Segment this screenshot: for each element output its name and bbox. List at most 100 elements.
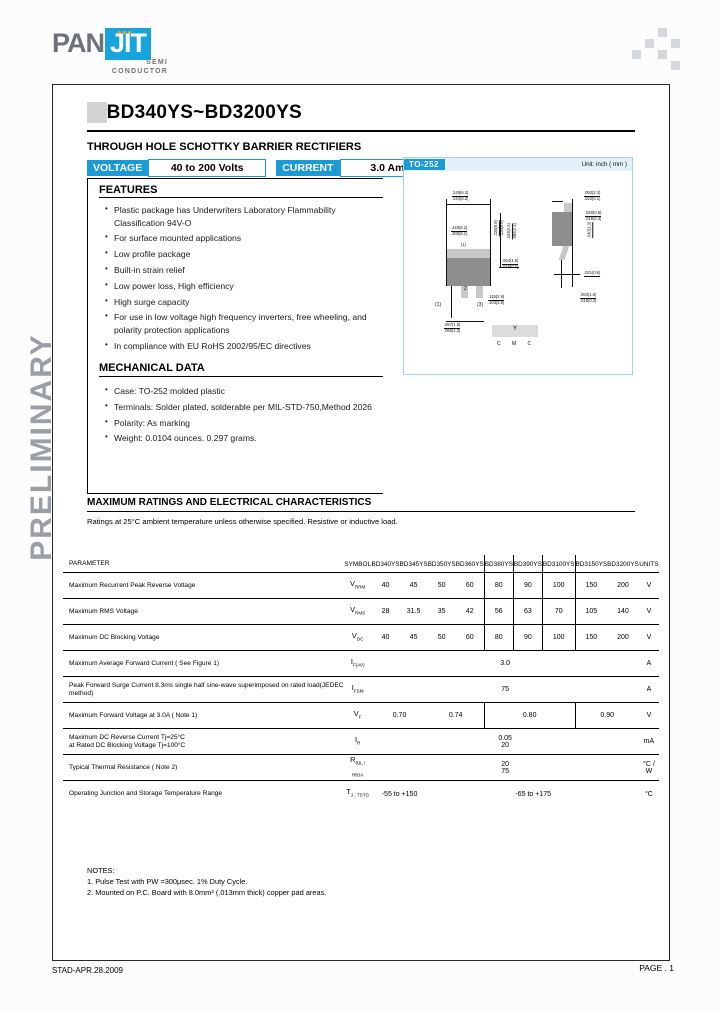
row-value: -55 to +150 bbox=[371, 780, 428, 807]
row-symbol: IR bbox=[343, 728, 372, 755]
row-symbol: VRMS bbox=[343, 598, 372, 625]
table-header-symbol: SYMBOL bbox=[344, 560, 371, 568]
pkg-tab bbox=[447, 249, 490, 258]
logo-text-pan: PAN bbox=[52, 28, 105, 58]
logo-dots-icon bbox=[118, 30, 134, 35]
dim-label-a: .249(6.3) .244(6.2) bbox=[452, 190, 469, 201]
table-row: Maximum Average Forward Current ( See Fi… bbox=[63, 650, 659, 677]
page-subtitle: THROUGH HOLE SCHOTTKY BARRIER RECTIFIERS bbox=[87, 141, 362, 153]
row-value: 0.74 bbox=[427, 702, 485, 729]
row-parameter: Maximum RMS Voltage bbox=[63, 598, 344, 625]
row-symbol: VRRM bbox=[343, 572, 372, 599]
row-value: 40 bbox=[371, 624, 400, 651]
dim-k-top: .040(1.0) bbox=[586, 221, 594, 239]
dim-label-i: .092(2.3) .022(0.1) bbox=[584, 190, 601, 201]
dim-g-bot: .103(2.6) bbox=[488, 299, 505, 305]
table-header-part: BD3100YS bbox=[541, 555, 576, 573]
mechanical-heading: MECHANICAL DATA bbox=[99, 362, 205, 374]
feature-item: Plastic package has Underwriters Laborat… bbox=[103, 203, 375, 229]
package-unit-note: Unit: inch ( mm ) bbox=[581, 161, 627, 168]
row-value: 42 bbox=[455, 598, 485, 625]
table-row: Maximum DC Blocking Voltage VDC 40 45 50 60 80… bbox=[63, 624, 659, 651]
package-drawing-panel: TO-252 Unit: inch ( mm ) .249(6.3) .244(… bbox=[403, 157, 633, 375]
row-value: 90 bbox=[512, 572, 543, 599]
notes-block: NOTES: 1. Pulse Test with PW =300μsec. 1… bbox=[87, 865, 326, 898]
row-unit: °C / W bbox=[638, 754, 659, 781]
side-body bbox=[552, 212, 572, 246]
dim-label-e: .103(2.6) .092(2.3) bbox=[506, 223, 517, 240]
dim-label-d: .228(5.8) .220(5.6) bbox=[493, 220, 504, 237]
table-row: Maximum Forward Voltage at 3.0A ( Note 1… bbox=[63, 702, 659, 729]
row-value: 0.90 bbox=[574, 702, 639, 729]
features-heading: FEATURES bbox=[99, 184, 158, 196]
row-value: 28 bbox=[371, 598, 400, 625]
row-symbol: RθJL / RθJA bbox=[343, 754, 372, 781]
mechanical-item: Polarity: As marking bbox=[103, 416, 379, 430]
row-value: 100 bbox=[541, 572, 576, 599]
pkg-lead-1 bbox=[451, 286, 452, 318]
row-value: 150 bbox=[574, 624, 608, 651]
row-symbol-subscript: J , TSTG bbox=[350, 792, 370, 798]
table-header-part: BD340YS bbox=[371, 560, 400, 568]
row-symbol-subscript: RMS bbox=[355, 610, 366, 616]
datasheet-body: BD340YS~BD3200YS THROUGH HOLE SCHOTTKY B… bbox=[52, 84, 670, 961]
page-title-text: BD340YS~BD3200YS bbox=[106, 102, 303, 123]
note-item-2: 2. Mounted on P.C. Board with 8.0mm² (.0… bbox=[87, 888, 327, 897]
footer-page-number: PAGE . 1 bbox=[639, 963, 674, 973]
dim-a-bot: .244(6.2) bbox=[452, 195, 469, 201]
notes-heading: NOTES: bbox=[87, 866, 115, 875]
page-title: BD340YS~BD3200YS bbox=[87, 102, 302, 124]
pin-label-3: (3) bbox=[477, 302, 484, 308]
row-value: -65 to +175 bbox=[427, 780, 639, 807]
pin-label-1: (1) bbox=[435, 302, 442, 308]
row-value: 60 bbox=[455, 572, 485, 599]
dim-label-f: .064(1.6) .018(0.2) bbox=[502, 258, 519, 269]
current-badge-label: CURRENT bbox=[276, 160, 340, 176]
row-unit: °C bbox=[638, 780, 659, 807]
table-header-part: BD3150YS bbox=[574, 555, 608, 573]
logo-wordmark: PAN JIT bbox=[52, 27, 168, 60]
note-item-1: 1. Pulse Test with PW =300μsec. 1% Duty … bbox=[87, 877, 248, 886]
dim-j-bot: .016(0.4) bbox=[585, 215, 602, 221]
pkg-outline bbox=[490, 210, 491, 286]
table-row: Maximum RMS Voltage VRMS 28 31.5 35 42 56 63 70 1… bbox=[63, 598, 659, 625]
dim-b-bot: .200(5.1) bbox=[451, 230, 468, 236]
dim-label-c: (1) bbox=[461, 242, 467, 247]
features-top-border bbox=[87, 178, 383, 180]
row-value: 0.80 bbox=[483, 702, 576, 729]
dim-label-l: .021(0.6) bbox=[584, 270, 601, 277]
mechanical-heading-underline bbox=[99, 376, 383, 378]
ratings-heading: MAXIMUM RATINGS AND ELECTRICAL CHARACTER… bbox=[87, 497, 372, 508]
row-value: 200 bbox=[607, 624, 639, 651]
mechanical-item: Case: TO-252 molded plastic bbox=[103, 384, 379, 398]
ratings-table-body: Maximum Recurrent Peak Reverse Voltage VR… bbox=[63, 572, 659, 807]
dim-d-bot: .220(5.6) bbox=[498, 220, 504, 237]
table-header-part: BD390YS bbox=[512, 555, 543, 573]
row-value: 50 bbox=[427, 572, 456, 599]
table-row: Typical Thermal Resistance ( Note 2) RθJL… bbox=[63, 754, 659, 781]
row-value: 0.70 bbox=[371, 702, 428, 729]
row-parameter: Maximum DC Blocking Voltage bbox=[63, 624, 344, 651]
table-row: Operating Junction and Storage Temperatu… bbox=[63, 780, 659, 807]
dim-i-bot: .022(0.1) bbox=[584, 195, 601, 201]
dim-label-h: .057(1.5) .050(1.3) bbox=[444, 322, 461, 333]
row-value: 105 bbox=[574, 598, 608, 625]
row-unit: A bbox=[638, 676, 659, 703]
dim-label-b: .245(6.2) .200(5.1) bbox=[451, 225, 468, 236]
marking-code: C M C bbox=[497, 341, 537, 347]
row-value: 35 bbox=[427, 598, 456, 625]
row-value: 50 bbox=[427, 624, 456, 651]
dim-m-bot: .018(0.2) bbox=[580, 297, 597, 303]
logo-subtitle: SEMI CONDUCTOR bbox=[52, 58, 168, 76]
table-header-parameter: PARAMETER bbox=[69, 560, 110, 567]
row-value: 150 bbox=[574, 572, 608, 599]
marking-letter: Y bbox=[512, 326, 517, 332]
row-parameter: Maximum Recurrent Peak Reverse Voltage bbox=[63, 572, 344, 599]
row-symbol-subscript: RRM bbox=[354, 584, 366, 590]
side-tab bbox=[564, 203, 572, 212]
dim-label-g: .115(2.9) .103(2.6) bbox=[488, 294, 505, 305]
row-value: 90 bbox=[512, 624, 543, 651]
title-divider bbox=[87, 130, 635, 132]
table-header-part: BD3200YS bbox=[607, 560, 639, 568]
row-value: 140 bbox=[607, 598, 639, 625]
